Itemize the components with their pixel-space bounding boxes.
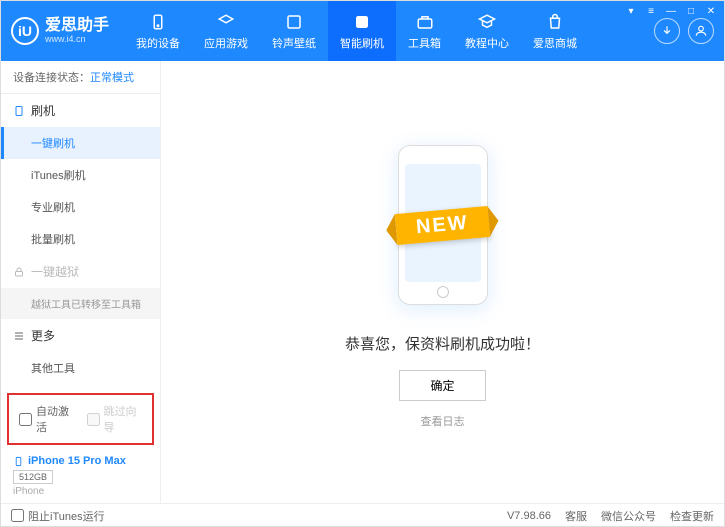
version-label: V7.98.66 <box>507 510 551 522</box>
menu-icon[interactable]: ▾ <box>623 4 639 18</box>
device-name[interactable]: iPhone 15 Pro Max <box>13 455 148 467</box>
sidebar-group-flash[interactable]: 刷机 <box>1 94 160 127</box>
sidebar-item-oneclick-flash[interactable]: 一键刷机 <box>1 127 160 159</box>
close-icon[interactable]: ✕ <box>703 4 719 18</box>
sidebar: 设备连接状态：正常模式 刷机 一键刷机 iTunes刷机 专业刷机 批量刷机 一… <box>1 61 161 503</box>
wechat-link[interactable]: 微信公众号 <box>601 508 656 524</box>
app-header: iU 爱思助手 www.i4.cn 我的设备 应用游戏 铃声壁纸 智能刷机 工具… <box>1 1 724 61</box>
wallpaper-icon <box>284 12 304 32</box>
sidebar-item-itunes-flash[interactable]: iTunes刷机 <box>1 159 160 191</box>
auto-activate-checkbox[interactable]: 自动激活 <box>19 403 75 435</box>
app-logo: iU 爱思助手 www.i4.cn <box>11 17 109 45</box>
maximize-icon[interactable]: □ <box>683 4 699 18</box>
support-link[interactable]: 客服 <box>565 508 587 524</box>
user-button[interactable] <box>688 18 714 44</box>
sidebar-item-pro-flash[interactable]: 专业刷机 <box>1 191 160 223</box>
lock-icon <box>13 266 25 278</box>
sidebar-item-other-tools[interactable]: 其他工具 <box>1 352 160 384</box>
sidebar-item-batch-flash[interactable]: 批量刷机 <box>1 223 160 255</box>
device-info: iPhone 15 Pro Max 512GB iPhone <box>1 449 160 503</box>
toolbox-icon <box>415 12 435 32</box>
block-itunes-checkbox[interactable]: 阻止iTunes运行 <box>11 508 105 524</box>
nav-ringtones[interactable]: 铃声壁纸 <box>260 1 328 61</box>
footer: 阻止iTunes运行 V7.98.66 客服 微信公众号 检查更新 <box>1 503 724 527</box>
main-nav: 我的设备 应用游戏 铃声壁纸 智能刷机 工具箱 教程中心 爱思商城 <box>124 1 654 61</box>
connection-status: 设备连接状态：正常模式 <box>1 61 160 94</box>
app-name: 爱思助手 <box>45 18 109 34</box>
view-log-link[interactable]: 查看日志 <box>421 413 465 429</box>
flash-group-icon <box>13 105 25 117</box>
check-update-link[interactable]: 检查更新 <box>670 508 714 524</box>
skip-guide-checkbox[interactable]: 跳过向导 <box>87 403 143 435</box>
more-icon <box>13 330 25 342</box>
sidebar-group-more[interactable]: 更多 <box>1 319 160 352</box>
flash-icon <box>352 12 372 32</box>
device-type: iPhone <box>13 486 148 497</box>
store-icon <box>545 12 565 32</box>
success-illustration: NEW <box>343 135 543 315</box>
success-message: 恭喜您，保资料刷机成功啦！ <box>345 333 540 354</box>
device-storage: 512GB <box>13 470 53 484</box>
tutorial-icon <box>477 12 497 32</box>
jailbreak-note: 越狱工具已转移至工具箱 <box>1 288 160 319</box>
ok-button[interactable]: 确定 <box>399 370 485 401</box>
sidebar-group-jailbreak: 一键越狱 <box>1 255 160 288</box>
nav-smart-flash[interactable]: 智能刷机 <box>328 1 396 61</box>
app-icon <box>216 12 236 32</box>
app-url: www.i4.cn <box>45 34 109 44</box>
tray-icon[interactable]: ≡ <box>643 4 659 18</box>
options-highlight-box: 自动激活 跳过向导 <box>7 393 154 445</box>
nav-apps-games[interactable]: 应用游戏 <box>192 1 260 61</box>
device-icon <box>148 12 168 32</box>
logo-icon: iU <box>11 17 39 45</box>
sidebar-item-download-firmware[interactable]: 下载固件 <box>1 384 160 389</box>
phone-icon <box>13 456 24 467</box>
download-button[interactable] <box>654 18 680 44</box>
nav-tutorials[interactable]: 教程中心 <box>453 1 521 61</box>
nav-store[interactable]: 爱思商城 <box>521 1 589 61</box>
nav-my-device[interactable]: 我的设备 <box>124 1 192 61</box>
nav-toolbox[interactable]: 工具箱 <box>396 1 453 61</box>
minimize-icon[interactable]: — <box>663 4 679 18</box>
main-content: NEW 恭喜您，保资料刷机成功啦！ 确定 查看日志 <box>161 61 724 503</box>
